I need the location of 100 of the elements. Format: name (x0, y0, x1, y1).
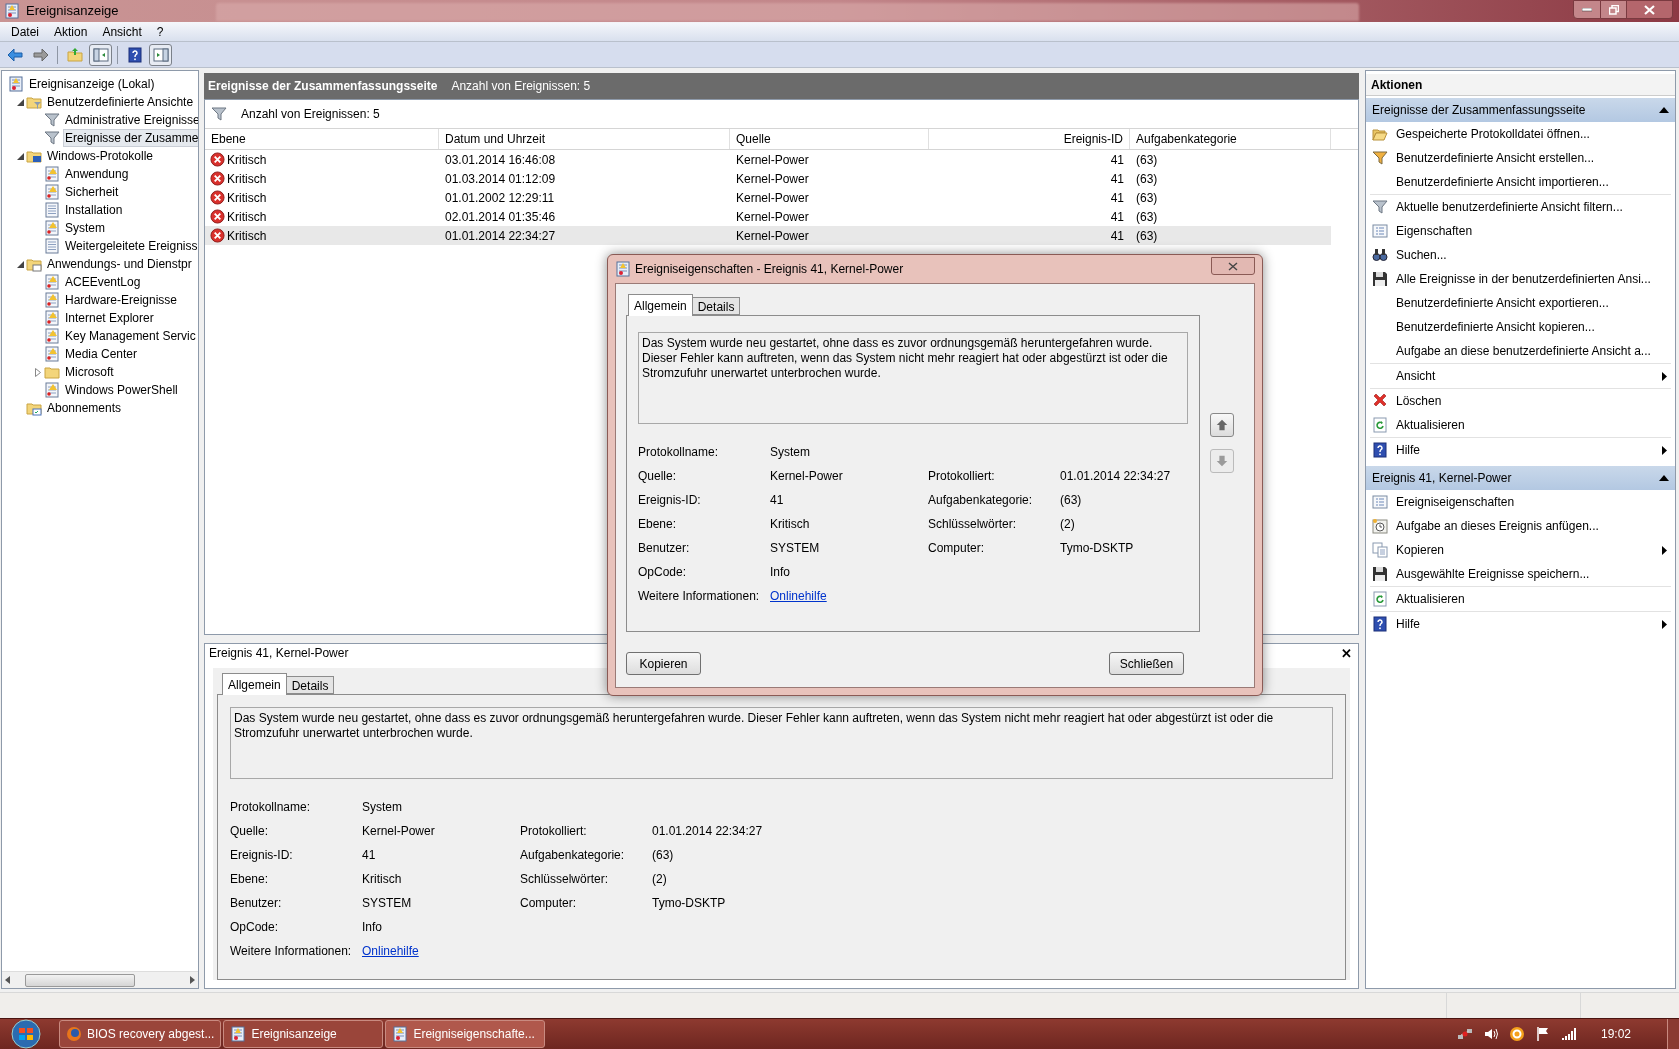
network-icon (1456, 1026, 1473, 1042)
collapse-arrow-icon[interactable] (1659, 107, 1669, 113)
horizontal-scrollbar[interactable] (2, 971, 198, 988)
taskbar-button[interactable]: Ereignisanzeige (223, 1020, 384, 1048)
close-button[interactable] (1627, 0, 1673, 19)
table-cell-text: Kritisch (227, 170, 267, 188)
scroll-thumb[interactable] (25, 973, 135, 987)
tree-item[interactable]: Windows-Protokolle (45, 147, 156, 165)
menu-item[interactable]: Datei (5, 22, 45, 41)
action-item[interactable]: Hilfe (1370, 612, 1671, 636)
tree-item[interactable]: Ereignisse der Zusamme (63, 129, 198, 147)
error-icon (210, 209, 225, 224)
menu-item[interactable]: Ansicht (96, 22, 148, 41)
table-cell: 01.03.2014 01:12:09 (445, 171, 556, 186)
menu-item[interactable]: Aktion (48, 22, 94, 41)
tree-item[interactable]: ACEEventLog (63, 273, 143, 291)
field-value: (63) (1060, 493, 1082, 507)
field-value: (63) (652, 848, 674, 862)
tab[interactable]: Allgemein (628, 294, 693, 316)
action-item[interactable]: Löschen (1370, 389, 1671, 413)
expanded-arrow-icon[interactable] (16, 260, 24, 268)
column-header[interactable]: Aufgabenkategorie (1130, 129, 1331, 149)
action-item[interactable]: Aktuelle benutzerdefinierte Ansicht filtern... (1370, 195, 1671, 219)
field-label: Ereignis-ID: (230, 847, 294, 864)
field-value: 41 (362, 848, 376, 862)
tree-item[interactable]: Media Center (63, 345, 140, 363)
collapse-arrow-icon[interactable] (1659, 475, 1669, 481)
copy-button[interactable]: Kopieren (626, 652, 701, 675)
taskbar-button[interactable]: Ereigniseigenschafte... (385, 1020, 546, 1048)
taskbar-button[interactable]: BIOS recovery abgest... (59, 1020, 222, 1048)
section-header[interactable]: Ereignisse der Zusammenfassungsseite (1366, 98, 1675, 122)
event-row[interactable]: Kritisch 01.01.2002 12:29:11 Kernel-Power 41 (63) (205, 188, 1331, 207)
action-item[interactable]: Ansicht (1370, 364, 1671, 388)
action-item[interactable]: Benutzerdefinierte Ansicht importieren... (1370, 170, 1671, 194)
field-label: Protokollname: (638, 444, 720, 461)
previous-event-button[interactable] (1210, 413, 1234, 437)
clock[interactable]: 19:02 (1600, 1025, 1631, 1043)
tree-item[interactable]: Benutzerdefinierte Ansichte (45, 93, 196, 111)
action-item[interactable]: Kopieren (1370, 538, 1671, 562)
event-row[interactable]: Kritisch 02.01.2014 01:35:46 Kernel-Power 41 (63) (205, 207, 1331, 226)
action-item[interactable]: Aktualisieren (1370, 413, 1671, 437)
help-link[interactable]: Onlinehilfe (362, 944, 419, 958)
tree-item[interactable]: Sicherheit (63, 183, 121, 201)
column-header[interactable]: Quelle (730, 129, 929, 149)
tree-item[interactable]: System (63, 219, 107, 237)
close-dialog-button[interactable]: Schließen (1109, 652, 1184, 675)
tree-item[interactable]: Anwendung (63, 165, 131, 183)
tree-item[interactable]: Installation (63, 201, 125, 219)
help-link[interactable]: Onlinehilfe (770, 589, 827, 603)
tree-item[interactable]: Internet Explorer (63, 309, 156, 327)
table-cell-text: Kritisch (227, 151, 267, 169)
tree-item[interactable]: Key Management Servic (63, 327, 198, 345)
column-header[interactable]: Ereignis-ID (929, 129, 1130, 149)
action-item[interactable]: Benutzerdefinierte Ansicht exportieren... (1370, 291, 1671, 315)
action-item[interactable]: Benutzerdefinierte Ansicht erstellen... (1370, 146, 1671, 170)
close-button[interactable]: ✕ (1339, 646, 1354, 660)
restore-button[interactable] (1601, 0, 1627, 19)
field-value: Kernel-Power (362, 824, 435, 838)
action-item[interactable]: Aufgabe an diese benutzerdefinierte Ansicht a... (1370, 339, 1671, 363)
error-icon (210, 228, 225, 243)
tree-item[interactable]: Hardware-Ereignisse (63, 291, 180, 309)
action-item[interactable]: Aufgabe an dieses Ereignis anfügen... (1370, 514, 1671, 538)
expanded-arrow-icon[interactable] (16, 98, 24, 106)
action-item[interactable]: Ausgewählte Ereignisse speichern... (1370, 562, 1671, 586)
action-item[interactable]: Suchen... (1370, 243, 1671, 267)
tree-item[interactable]: Anwendungs- und Dienstpr (45, 255, 194, 273)
tab[interactable]: Allgemein (222, 673, 287, 695)
tree-item[interactable]: Weitergeleitete Ereigniss (63, 237, 198, 255)
tree-item[interactable]: Windows PowerShell (63, 381, 180, 399)
toolbar-button[interactable] (149, 43, 172, 66)
toolbar-button[interactable] (89, 43, 112, 66)
field-label: Ebene: (638, 516, 678, 533)
column-header[interactable]: Ebene (205, 129, 439, 149)
event-row[interactable]: Kritisch 01.01.2014 22:34:27 Kernel-Power 41 (63) (205, 226, 1331, 245)
table-cell: 03.01.2014 16:46:08 (445, 152, 556, 167)
close-button[interactable] (1211, 257, 1255, 275)
tab[interactable]: Details (692, 297, 741, 315)
collapsed-arrow-icon[interactable] (35, 367, 41, 377)
action-item[interactable]: Alle Ereignisse in der benutzerdefinierten Ansi... (1370, 267, 1671, 291)
tree-item[interactable]: Abonnements (45, 399, 124, 417)
tree-item[interactable]: Ereignisanzeige (Lokal) (27, 75, 157, 93)
table-cell-text: Kritisch (227, 208, 267, 226)
tree-item[interactable]: Microsoft (63, 363, 116, 381)
action-item[interactable]: Eigenschaften (1370, 219, 1671, 243)
section-header[interactable]: Ereignis 41, Kernel-Power (1366, 466, 1675, 490)
minimize-button[interactable] (1573, 0, 1601, 19)
tab[interactable]: Details (286, 676, 335, 694)
action-item[interactable]: Benutzerdefinierte Ansicht kopieren... (1370, 315, 1671, 339)
expanded-arrow-icon[interactable] (16, 152, 24, 160)
table-cell: 01.01.2014 22:34:27 (445, 228, 556, 243)
action-item[interactable]: Hilfe (1370, 438, 1671, 462)
menu-item[interactable]: ? (150, 22, 170, 41)
properties-icon (1372, 494, 1388, 510)
action-item[interactable]: Aktualisieren (1370, 587, 1671, 611)
event-row[interactable]: Kritisch 01.03.2014 01:12:09 Kernel-Power 41 (63) (205, 169, 1331, 188)
column-header[interactable]: Datum und Uhrzeit (439, 129, 730, 149)
action-item[interactable]: Ereigniseigenschaften (1370, 490, 1671, 514)
show-desktop-button[interactable] (1667, 1018, 1679, 1049)
action-item[interactable]: Gespeicherte Protokolldatei öffnen... (1370, 122, 1671, 146)
event-row[interactable]: Kritisch 03.01.2014 16:46:08 Kernel-Power 41 (63) (205, 150, 1331, 169)
